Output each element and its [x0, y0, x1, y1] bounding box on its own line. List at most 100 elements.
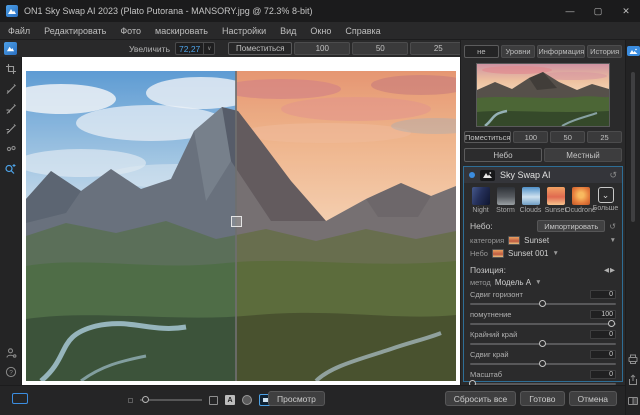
night-preset-icon[interactable]: [472, 187, 490, 205]
zoom-dropdown-icon[interactable]: ∨: [203, 43, 214, 54]
slider-value[interactable]: 0: [590, 330, 616, 339]
method-value[interactable]: Модель A: [495, 278, 531, 287]
slider-knob[interactable]: [539, 360, 546, 367]
slider-knob[interactable]: [608, 320, 615, 327]
mask-density-icon[interactable]: [242, 395, 252, 405]
preset-clouds[interactable]: Clouds: [518, 187, 543, 214]
zoom-25-button[interactable]: 25: [410, 42, 466, 55]
ocudrone-preset-icon[interactable]: [572, 187, 590, 205]
minimize-button[interactable]: —: [556, 0, 584, 22]
slider-label: помутнение: [470, 310, 511, 319]
nav-fit-button[interactable]: Поместиться: [464, 131, 511, 143]
reset-all-button[interactable]: Сбросить все: [445, 391, 517, 406]
account-icon[interactable]: [3, 345, 19, 360]
more-presets-icon[interactable]: ⌄: [598, 187, 614, 203]
category-chevron-icon[interactable]: ▼: [610, 237, 616, 244]
auto-mode-icon[interactable]: A: [225, 395, 235, 405]
preset-ocudrone[interactable]: Ocudrone: [568, 187, 593, 214]
menu-help[interactable]: Справка: [345, 26, 380, 36]
menu-window[interactable]: Окно: [310, 26, 331, 36]
menu-file[interactable]: Файл: [8, 26, 30, 36]
masking-brush-tool-icon[interactable]: [3, 101, 19, 116]
clouds-preset-icon[interactable]: [522, 187, 540, 205]
menu-edit[interactable]: Редактировать: [44, 26, 106, 36]
preset-storm[interactable]: Storm: [493, 187, 518, 214]
zoom-50-button[interactable]: 50: [352, 42, 408, 55]
sky-panel-header[interactable]: Sky Swap AI ↺: [464, 167, 622, 183]
tab-info[interactable]: Информация: [537, 45, 585, 58]
menu-photo[interactable]: Фото: [120, 26, 141, 36]
close-button[interactable]: ✕: [612, 0, 640, 22]
photo-preview[interactable]: [26, 71, 456, 381]
import-button[interactable]: Импортировать: [537, 220, 605, 232]
export-icon[interactable]: [627, 374, 639, 386]
tab-history[interactable]: История: [587, 45, 622, 58]
nav-zoom-50-button[interactable]: 50: [550, 131, 585, 143]
nav-zoom-25-button[interactable]: 25: [587, 131, 622, 143]
slider-track[interactable]: [470, 359, 616, 368]
preset-more[interactable]: ⌄ Больше: [593, 187, 618, 214]
tab-local[interactable]: Местный: [544, 148, 622, 162]
mask-view-rect-icon[interactable]: [12, 393, 28, 404]
window-controls: — ▢ ✕: [556, 0, 640, 22]
tab-levels[interactable]: Уровни: [501, 45, 536, 58]
zoom-100-button[interactable]: 100: [294, 42, 350, 55]
fit-button[interactable]: Поместиться: [228, 42, 292, 55]
maximize-button[interactable]: ▢: [584, 0, 612, 22]
slider-track[interactable]: [470, 319, 616, 328]
method-select[interactable]: метод Модель A ▼: [464, 277, 622, 288]
preset-label: Ocudrone: [565, 207, 596, 214]
help-icon[interactable]: ?: [3, 364, 19, 379]
refine-brush-tool-icon[interactable]: [3, 121, 19, 136]
slider-value[interactable]: 0: [590, 290, 616, 299]
sunset-preset-icon[interactable]: [547, 187, 565, 205]
zoom-label: Увеличить: [129, 44, 170, 54]
sky-reset-icon[interactable]: ↺: [609, 222, 616, 231]
slider-label: Сдвиг горизонт: [470, 290, 523, 299]
slider-track[interactable]: [470, 339, 616, 348]
slider-knob[interactable]: [539, 300, 546, 307]
menu-settings[interactable]: Настройки: [222, 26, 266, 36]
app-logo-icon: [6, 5, 18, 17]
opacity-slider-knob[interactable]: [142, 396, 149, 403]
mask-opacity-slider[interactable]: [140, 395, 202, 405]
zoom-value[interactable]: 72,27: [176, 44, 203, 54]
zoom-input[interactable]: 72,27 ∨: [175, 42, 215, 55]
slider-track[interactable]: [470, 299, 616, 308]
divider-handle[interactable]: [231, 216, 242, 227]
nav-zoom-100-button[interactable]: 100: [513, 131, 548, 143]
panel-scrollbar[interactable]: [631, 72, 635, 222]
storm-preset-icon[interactable]: [497, 187, 515, 205]
sky-select-value[interactable]: Sunset 001: [508, 249, 548, 258]
flip-horizontal-icon[interactable]: ◀▶: [604, 266, 616, 274]
ai-mask-tool-icon[interactable]: [3, 161, 19, 176]
enabled-indicator-icon[interactable]: [469, 172, 475, 178]
preview-button[interactable]: Просмотр: [268, 391, 325, 406]
photos-panel-icon[interactable]: [627, 46, 640, 56]
slider-knob[interactable]: [539, 340, 546, 347]
slider-value[interactable]: 100: [590, 310, 616, 319]
menu-mask[interactable]: маскировать: [155, 26, 208, 36]
navigator-thumbnail[interactable]: [476, 63, 610, 127]
method-label: метод: [470, 278, 491, 287]
mask-checkbox-icon[interactable]: [209, 396, 218, 405]
category-select[interactable]: категория Sunset ▼: [464, 234, 622, 247]
sky-chevron-icon[interactable]: ▼: [552, 250, 558, 257]
tab-sky[interactable]: Небо: [464, 148, 542, 162]
slider-value[interactable]: 0: [590, 370, 616, 379]
sky-select[interactable]: Небо Sunset 001 ▼: [464, 247, 622, 260]
method-chevron-icon[interactable]: ▼: [535, 279, 541, 286]
done-button[interactable]: Готово: [520, 391, 564, 406]
tab-navigator[interactable]: не: [464, 45, 499, 58]
cancel-button[interactable]: Отмена: [569, 391, 618, 406]
menu-view[interactable]: Вид: [280, 26, 296, 36]
preset-night[interactable]: Night: [468, 187, 493, 214]
paint-brush-tool-icon[interactable]: [3, 81, 19, 96]
panel-reset-icon[interactable]: ↺: [609, 170, 617, 181]
compare-view-icon[interactable]: [627, 395, 639, 407]
print-icon[interactable]: [627, 353, 639, 365]
category-value[interactable]: Sunset: [524, 236, 549, 245]
clone-tool-icon[interactable]: [3, 141, 19, 156]
crop-tool-icon[interactable]: [3, 61, 19, 76]
slider-value[interactable]: 0: [590, 350, 616, 359]
